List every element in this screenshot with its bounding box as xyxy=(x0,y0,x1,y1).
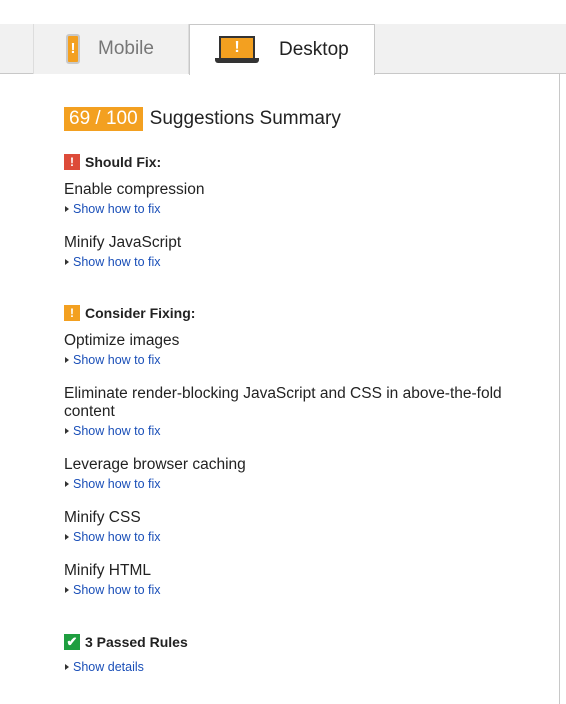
score-badge: 69 / 100 xyxy=(64,107,143,131)
exclamation-icon: ! xyxy=(64,305,80,321)
show-how-to-fix-link[interactable]: Show how to fix xyxy=(65,424,161,438)
show-how-to-fix-link[interactable]: Show how to fix xyxy=(65,530,161,544)
show-how-to-fix-link[interactable]: Show how to fix xyxy=(65,353,161,367)
tab-mobile[interactable]: Mobile xyxy=(33,24,189,74)
link-label[interactable]: Show how to fix xyxy=(73,530,161,544)
caret-right-icon xyxy=(65,587,69,593)
tab-bar: Mobile Desktop xyxy=(0,24,566,75)
laptop-warning-icon xyxy=(215,36,259,64)
consider-fixing-heading: ! Consider Fixing: xyxy=(64,305,195,321)
passed-rules-heading: ✔ 3 Passed Rules xyxy=(64,634,188,650)
caret-right-icon xyxy=(65,206,69,212)
rule-title: Enable compression xyxy=(64,181,205,198)
passed-rules-label: 3 Passed Rules xyxy=(85,634,188,650)
laptop-screen xyxy=(219,36,255,58)
tab-desktop[interactable]: Desktop xyxy=(189,24,375,75)
caret-right-icon xyxy=(65,357,69,363)
caret-right-icon xyxy=(65,534,69,540)
show-how-to-fix-link[interactable]: Show how to fix xyxy=(65,583,161,597)
tab-desktop-label: Desktop xyxy=(279,39,349,60)
checkmark-icon: ✔ xyxy=(64,634,80,650)
rule-title: Eliminate render-blocking JavaScript and… xyxy=(64,385,502,420)
exclamation-icon: ! xyxy=(64,154,80,170)
rule-title: Optimize images xyxy=(64,332,180,349)
link-label[interactable]: Show how to fix xyxy=(73,583,161,597)
tab-mobile-label: Mobile xyxy=(98,38,154,59)
rule-title: Leverage browser caching xyxy=(64,456,246,473)
caret-right-icon xyxy=(65,481,69,487)
show-how-to-fix-link[interactable]: Show how to fix xyxy=(65,477,161,491)
should-fix-label: Should Fix: xyxy=(85,154,162,170)
summary-title: Suggestions Summary xyxy=(149,108,341,129)
link-label[interactable]: Show how to fix xyxy=(73,353,161,367)
rule-title: Minify CSS xyxy=(64,509,141,526)
top-band xyxy=(0,0,566,24)
link-label[interactable]: Show how to fix xyxy=(73,202,161,216)
show-details-link[interactable]: Show details xyxy=(65,660,144,674)
show-how-to-fix-link[interactable]: Show how to fix xyxy=(65,255,161,269)
caret-right-icon xyxy=(65,428,69,434)
rule-title: Minify JavaScript xyxy=(64,234,182,251)
laptop-base xyxy=(215,58,259,63)
rule-title: Minify HTML xyxy=(64,562,151,579)
caret-right-icon xyxy=(65,664,69,670)
link-label[interactable]: Show how to fix xyxy=(73,255,161,269)
caret-right-icon xyxy=(65,259,69,265)
content-border xyxy=(559,74,560,704)
consider-fixing-label: Consider Fixing: xyxy=(85,305,196,321)
show-how-to-fix-link[interactable]: Show how to fix xyxy=(65,202,161,216)
link-label[interactable]: Show how to fix xyxy=(73,424,161,438)
suggestions-summary: 69 / 100 Suggestions Summary xyxy=(64,107,341,131)
link-label[interactable]: Show how to fix xyxy=(73,477,161,491)
link-label[interactable]: Show details xyxy=(73,660,144,674)
phone-warning-icon xyxy=(66,34,80,64)
should-fix-heading: ! Should Fix: xyxy=(64,154,161,170)
